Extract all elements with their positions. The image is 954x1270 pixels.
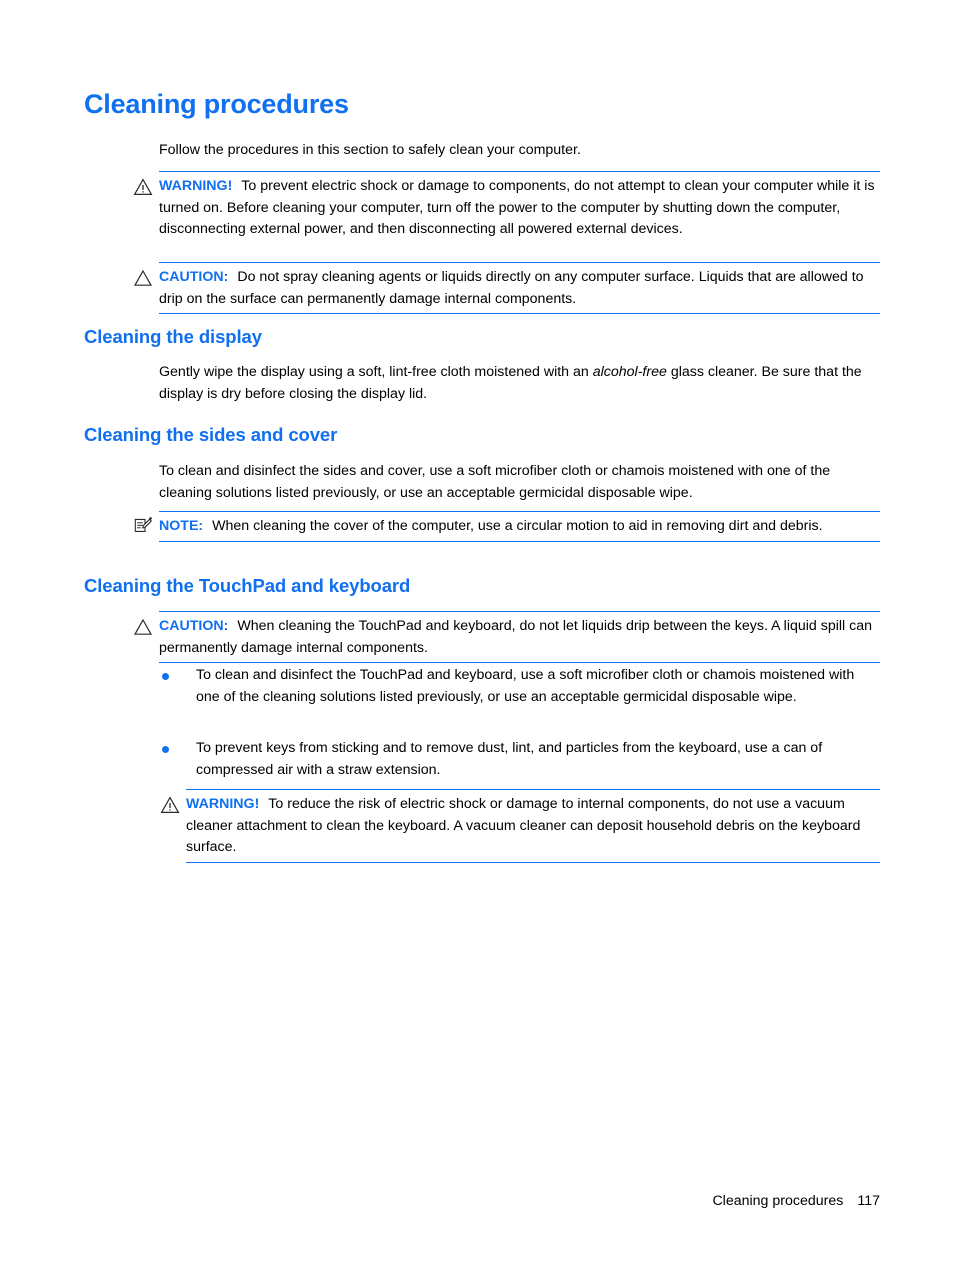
- list-item: To prevent keys from sticking and to rem…: [162, 738, 880, 781]
- caution-text: Do not spray cleaning agents or liquids …: [159, 269, 864, 307]
- page-title: Cleaning procedures: [84, 89, 349, 119]
- caution-admonition-top: CAUTION: Do not spray cleaning agents or …: [133, 262, 880, 314]
- sides-cover-paragraph: To clean and disinfect the sides and cov…: [159, 463, 831, 501]
- warning-vacuum-rule-bottom: [186, 861, 880, 863]
- bullet-text: To prevent keys from sticking and to rem…: [196, 740, 823, 778]
- note-rule-bottom: [159, 540, 880, 542]
- note-label: NOTE:: [159, 518, 204, 534]
- heading-cleaning-the-sides-and-cover: Cleaning the sides and cover: [84, 424, 338, 445]
- warning-text: To reduce the risk of electric shock or …: [186, 796, 861, 855]
- caution-triangle-icon: [133, 618, 153, 636]
- heading-cleaning-the-touchpad-and-keyboard: Cleaning the TouchPad and keyboard: [84, 575, 411, 596]
- warning-label: WARNING!: [186, 796, 260, 812]
- caution-top-rule-bottom: [159, 313, 880, 314]
- note-admonition: NOTE: When cleaning the cover of the comp…: [134, 511, 880, 542]
- display-text-before: Gently wipe the display using a soft, li…: [159, 364, 593, 380]
- bullet-dot-icon: [162, 746, 169, 753]
- footer-page-number: 117: [857, 1193, 880, 1209]
- display-italic-phrase: alcohol-free: [592, 364, 667, 380]
- caution-label: CAUTION:: [159, 269, 229, 285]
- note-icon: [133, 516, 153, 534]
- warning-admonition-top: WARNING! To prevent electric shock or dam…: [133, 171, 880, 244]
- warning-triangle-icon: [133, 178, 153, 196]
- note-text: When cleaning the cover of the computer,…: [212, 518, 823, 534]
- display-paragraph: Gently wipe the display using a soft, li…: [159, 362, 880, 405]
- caution-text: When cleaning the TouchPad and keyboard,…: [159, 618, 873, 656]
- caution-label: CAUTION:: [159, 618, 229, 634]
- caution-touchpad-rule-bottom: [159, 662, 880, 663]
- caution-admonition-touchpad: CAUTION: When cleaning the TouchPad and k…: [133, 611, 880, 663]
- caution-triangle-icon: [133, 269, 153, 287]
- warning-triangle-icon: [160, 796, 180, 814]
- warning-text: To prevent electric shock or damage to c…: [159, 178, 875, 237]
- page-footer: Cleaning procedures 117: [84, 1193, 880, 1209]
- list-item: To clean and disinfect the TouchPad and …: [162, 665, 880, 708]
- warning-label: WARNING!: [159, 178, 233, 194]
- bullet-dot-icon: [162, 673, 169, 680]
- footer-section-label: Cleaning procedures: [712, 1193, 844, 1209]
- bullet-text: To clean and disinfect the TouchPad and …: [196, 667, 855, 705]
- heading-cleaning-the-display: Cleaning the display: [84, 326, 262, 347]
- document-page: Cleaning procedures Follow the procedure…: [0, 0, 954, 1270]
- warning-admonition-vacuum: WARNING! To reduce the risk of electric s…: [160, 789, 880, 863]
- intro-paragraph: Follow the procedures in this section to…: [159, 142, 581, 158]
